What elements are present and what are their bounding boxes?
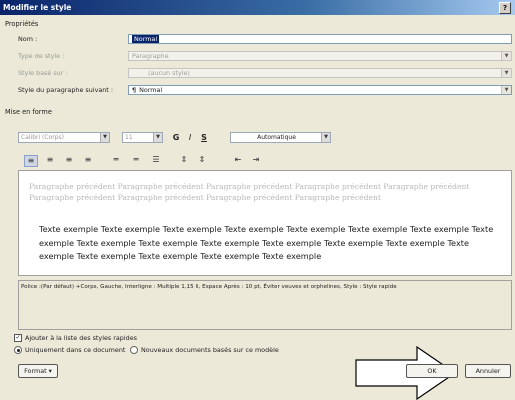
decrease-indent-icon[interactable]: ⇤: [232, 155, 244, 165]
align-right-icon[interactable]: ≡: [63, 155, 75, 165]
align-center-icon[interactable]: ≡: [44, 155, 56, 165]
style-preview-pane: Paragraphe précédent Paragraphe précéden…: [18, 170, 512, 276]
font-color-value: Automatique: [257, 134, 296, 141]
help-button[interactable]: ?: [499, 2, 511, 14]
next-style-label: Style du paragraphe suivant :: [18, 86, 114, 94]
chevron-down-icon: ▼: [100, 133, 109, 142]
only-this-document-label: Uniquement dans ce document: [25, 346, 126, 354]
formatting-section-title: Mise en forme: [5, 108, 52, 116]
cancel-button[interactable]: Annuler: [465, 364, 511, 378]
justify-icon[interactable]: ≡: [82, 155, 94, 165]
new-documents-label: Nouveaux documents basés sur ce modèle: [141, 346, 279, 354]
underline-button[interactable]: S: [198, 132, 210, 143]
add-quick-styles-option[interactable]: ✓ Ajouter à la liste des styles rapides: [14, 334, 137, 342]
space-before-icon[interactable]: ⇕: [178, 155, 190, 165]
font-size-value: 11: [125, 134, 133, 141]
increase-indent-icon[interactable]: ⇥: [250, 155, 262, 165]
italic-button[interactable]: I: [184, 132, 196, 143]
style-description: Police :(Par défaut) +Corps, Gauche, Int…: [18, 280, 512, 330]
window-title: Modifier le style: [3, 3, 72, 12]
style-type-value: Paragraphe: [132, 52, 169, 60]
font-size-select[interactable]: 11 ▼: [122, 132, 163, 143]
format-button-label: Format: [24, 367, 47, 375]
based-on-select: (aucun style) ▼: [128, 68, 512, 78]
chevron-down-icon: ▼: [501, 86, 511, 94]
title-bar: Modifier le style ?: [0, 0, 515, 15]
chevron-down-icon: ▼: [501, 69, 511, 77]
name-value: Normal: [132, 35, 160, 43]
preview-sample-text: Texte exemple Texte exemple Texte exempl…: [39, 224, 494, 261]
preview-previous-paragraph: Paragraphe précédent Paragraphe précéden…: [29, 182, 470, 202]
single-spacing-icon[interactable]: ═: [110, 155, 122, 165]
one-half-spacing-icon[interactable]: ═: [130, 155, 142, 165]
radio-unselected-icon[interactable]: [130, 346, 138, 354]
next-style-select[interactable]: ¶ Normal ▼: [128, 85, 512, 95]
align-left-icon[interactable]: ≡: [24, 155, 38, 167]
font-color-select[interactable]: Automatique ▼: [230, 132, 331, 143]
double-spacing-icon[interactable]: ☰: [150, 155, 162, 165]
paragraph-icon: ¶: [132, 86, 137, 94]
space-after-icon[interactable]: ⇕: [196, 155, 208, 165]
name-input[interactable]: Normal: [128, 34, 512, 44]
font-select[interactable]: Calibri (Corps) ▼: [18, 132, 110, 143]
radio-selected-icon[interactable]: [14, 346, 22, 354]
bold-button[interactable]: G: [170, 132, 182, 143]
chevron-down-icon: ▼: [321, 133, 330, 142]
next-style-value: Normal: [139, 86, 163, 94]
chevron-down-icon: ▼: [153, 133, 162, 142]
add-quick-styles-label: Ajouter à la liste des styles rapides: [25, 334, 137, 342]
chevron-down-icon: ▾: [48, 367, 52, 375]
checkbox-checked-icon[interactable]: ✓: [14, 334, 22, 342]
style-type-label: Type de style :: [18, 52, 65, 60]
properties-section-title: Propriétés: [5, 20, 39, 28]
only-this-document-option[interactable]: Uniquement dans ce document: [14, 346, 125, 354]
chevron-down-icon: ▼: [501, 52, 511, 60]
style-type-select: Paragraphe ▼: [128, 51, 512, 61]
based-on-label: Style basé sur :: [18, 69, 68, 77]
based-on-value: (aucun style): [148, 69, 190, 77]
name-label: Nom :: [18, 35, 38, 43]
ok-button[interactable]: OK: [406, 364, 458, 378]
font-value: Calibri (Corps): [21, 134, 64, 141]
format-button[interactable]: Format ▾: [18, 364, 58, 378]
new-documents-option[interactable]: Nouveaux documents basés sur ce modèle: [130, 346, 279, 354]
